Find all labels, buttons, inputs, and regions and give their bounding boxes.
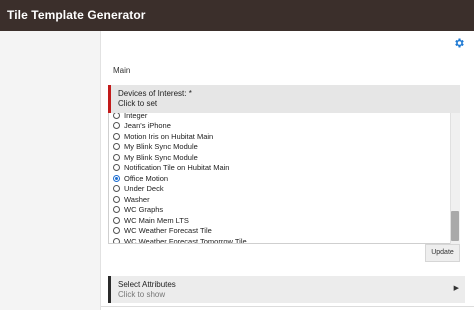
app-title: Tile Template Generator [7, 8, 146, 22]
device-option-label: Notification Tile on Hubitat Main [124, 163, 230, 173]
device-option-label: WC Graphs [124, 205, 164, 215]
attributes-label: Select Attributes [118, 280, 176, 289]
radio-button[interactable] [113, 143, 120, 151]
devices-label: Devices of Interest: * [118, 89, 192, 98]
device-option[interactable]: My Blink Sync Module [109, 142, 449, 153]
select-attributes-section[interactable]: Select Attributes Click to show ▶ [108, 276, 465, 303]
bottom-divider [101, 306, 474, 307]
radio-button[interactable] [113, 195, 120, 203]
device-option-label: My Blink Sync Module [124, 142, 198, 152]
device-option[interactable]: Office Motion [109, 173, 449, 184]
app-header-bar: Tile Template Generator [0, 0, 474, 31]
device-option[interactable]: Integer [109, 113, 449, 121]
device-option[interactable]: WC Weather Forecast Tomorrow Tile [109, 236, 449, 244]
device-option-label: Jean's iPhone [124, 121, 171, 131]
device-option[interactable]: Motion Iris on Hubitat Main [109, 131, 449, 142]
devices-sublabel: Click to set [118, 99, 158, 108]
radio-button[interactable] [113, 122, 120, 130]
device-option[interactable]: WC Graphs [109, 205, 449, 216]
device-option[interactable]: WC Main Mem LTS [109, 215, 449, 226]
radio-button[interactable] [113, 174, 120, 182]
device-option-label: Washer [124, 194, 150, 204]
device-option[interactable]: Washer [109, 194, 449, 205]
device-option-label: WC Weather Forecast Tile [124, 226, 212, 236]
device-option-label: Integer [124, 113, 148, 120]
device-options-list[interactable]: Integer Jean's iPhone Motion Iris on Hubit… [108, 113, 460, 244]
device-option-label: Under Deck [124, 184, 164, 194]
radio-button[interactable] [113, 113, 120, 119]
device-option-label: Office Motion [124, 173, 169, 183]
devices-of-interest-selector[interactable]: Devices of Interest: * Click to set [108, 85, 460, 113]
radio-button[interactable] [113, 216, 120, 224]
triangle-right-icon: ▶ [453, 285, 459, 292]
device-option[interactable]: WC Weather Forecast Tile [109, 226, 449, 237]
gear-icon[interactable] [452, 37, 466, 51]
device-options-container: Integer Jean's iPhone Motion Iris on Hubit… [109, 113, 449, 244]
device-option-label: WC Weather Forecast Tomorrow Tile [124, 236, 247, 244]
device-option-label: My Blink Sync Module [124, 152, 198, 162]
section-label-main: Main [113, 66, 131, 75]
gear-icon-graphic [455, 38, 464, 48]
sidebar-divider [100, 31, 101, 310]
radio-button[interactable] [113, 185, 120, 193]
radio-button[interactable] [113, 237, 120, 243]
list-scrollbar-thumb[interactable] [451, 211, 459, 241]
left-sidebar-panel [0, 31, 100, 310]
radio-button[interactable] [113, 227, 120, 235]
radio-button[interactable] [113, 132, 120, 140]
update-button[interactable]: Update [425, 244, 460, 262]
radio-button[interactable] [113, 153, 120, 161]
radio-button[interactable] [113, 206, 120, 214]
radio-button[interactable] [113, 164, 120, 172]
device-option[interactable]: Jean's iPhone [109, 121, 449, 132]
device-option[interactable]: My Blink Sync Module [109, 152, 449, 163]
device-option-label: Motion Iris on Hubitat Main [124, 131, 214, 141]
device-option[interactable]: Notification Tile on Hubitat Main [109, 163, 449, 174]
device-option[interactable]: Under Deck [109, 184, 449, 195]
device-option-label: WC Main Mem LTS [124, 215, 189, 225]
attributes-sublabel: Click to show [118, 290, 166, 299]
